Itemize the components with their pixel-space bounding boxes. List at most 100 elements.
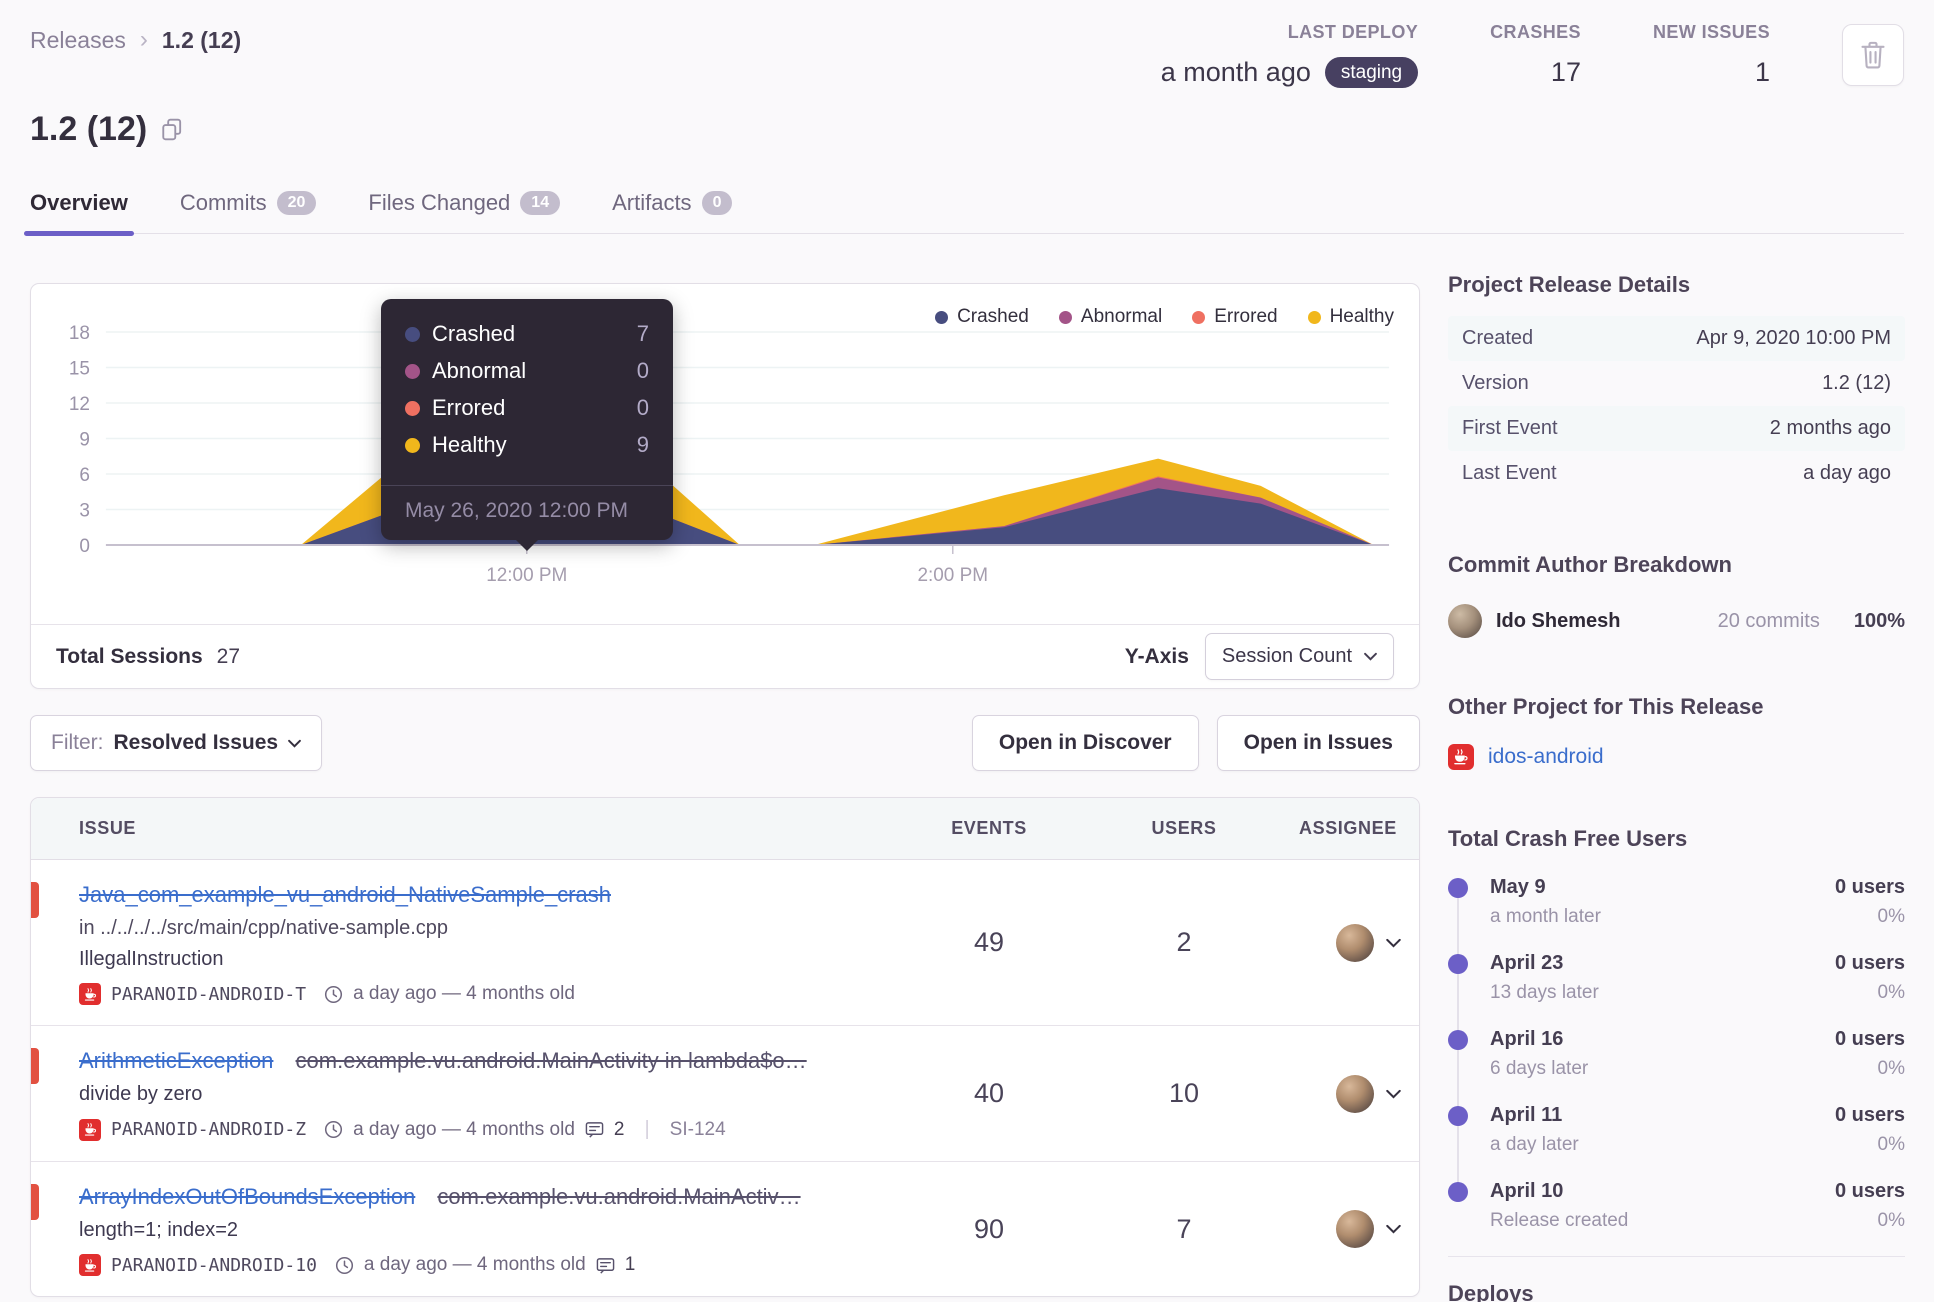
timeline-dot-icon bbox=[1448, 1106, 1468, 1126]
delete-release-button[interactable] bbox=[1842, 24, 1904, 86]
issue-culprit: in ../../../../src/main/cpp/native-sampl… bbox=[79, 917, 449, 939]
tab-overview[interactable]: Overview bbox=[24, 178, 134, 236]
project-slug-link[interactable]: PARANOID-ANDROID-T bbox=[111, 984, 306, 1005]
sessions-chart-svg[interactable]: 0 3 6 9 12 15 18 12:00 PM 2:00 PM bbox=[31, 284, 1419, 624]
copy-icon[interactable] bbox=[161, 118, 183, 142]
chart-tooltip: Crashed 7 Abnormal 0 Errored 0 Healthy 9 May… bbox=[381, 299, 673, 540]
yaxis-select[interactable]: Session Count bbox=[1204, 633, 1394, 680]
author-avatar bbox=[1448, 604, 1482, 638]
tab-artifacts[interactable]: Artifacts 0 bbox=[612, 178, 733, 233]
breadcrumb-separator-icon: › bbox=[139, 26, 148, 53]
issue-culprit: com.example.vu.android.MainActiv… bbox=[437, 1184, 801, 1209]
events-count: 49 bbox=[973, 927, 1005, 957]
assignee-avatar[interactable] bbox=[1336, 923, 1374, 962]
yaxis-selected-value: Session Count bbox=[1221, 645, 1352, 667]
other-project-row: idos-android bbox=[1448, 744, 1905, 770]
legend-item-errored[interactable]: Errored bbox=[1192, 306, 1278, 328]
tooltip-row: Crashed 7 bbox=[405, 321, 649, 347]
chevron-down-icon[interactable] bbox=[1386, 938, 1401, 948]
release-sidebar: Project Release Details Created Apr 9, 20… bbox=[1448, 272, 1905, 1302]
legend-item-healthy[interactable]: Healthy bbox=[1307, 306, 1394, 328]
sessions-chart[interactable]: 0 3 6 9 12 15 18 12:00 PM 2:00 PM Crashed Abnorm… bbox=[31, 284, 1419, 624]
issue-message: length=1; index=2 bbox=[79, 1219, 239, 1241]
chevron-down-icon[interactable] bbox=[1386, 1089, 1401, 1099]
breadcrumb: Releases › 1.2 (12) bbox=[30, 26, 241, 54]
timeline-dot-icon bbox=[1448, 1030, 1468, 1050]
issue-culprit: com.example.vu.android.MainActivity in l… bbox=[295, 1048, 807, 1073]
tab-files-changed[interactable]: Files Changed 14 bbox=[368, 178, 561, 233]
open-in-discover-button[interactable]: Open in Discover bbox=[971, 715, 1199, 771]
comments-icon bbox=[596, 1257, 615, 1274]
crashes-count: 17 bbox=[1550, 57, 1581, 87]
tab-label: Files Changed bbox=[368, 189, 511, 215]
tab-label: Artifacts bbox=[612, 189, 692, 215]
svg-text:0: 0 bbox=[79, 536, 90, 557]
trash-icon bbox=[1861, 41, 1885, 69]
author-commit-count: 20 commits bbox=[1717, 609, 1820, 632]
crash-free-timeline: May 9a month later 0 users 0% April 23 13 … bbox=[1448, 876, 1905, 1232]
timeline-dot-icon bbox=[1448, 878, 1468, 898]
issue-title-link[interactable]: ArrayIndexOutOfBoundsException bbox=[79, 1184, 415, 1209]
chevron-down-icon[interactable] bbox=[1386, 1224, 1401, 1234]
issue-title-link[interactable]: ArithmeticException bbox=[79, 1048, 273, 1073]
release-tabs: Overview Commits 20 Files Changed 14 Art… bbox=[24, 178, 1904, 236]
tab-label: Overview bbox=[30, 189, 128, 215]
project-slug-link[interactable]: PARANOID-ANDROID-10 bbox=[111, 1255, 317, 1276]
project-slug-link[interactable]: PARANOID-ANDROID-Z bbox=[111, 1119, 306, 1140]
legend-label: Healthy bbox=[1329, 306, 1394, 327]
issues-table-header: ISSUE EVENTS USERS ASSIGNEE bbox=[31, 798, 1419, 860]
legend-item-crashed[interactable]: Crashed bbox=[935, 306, 1029, 328]
tooltip-row: Errored 0 bbox=[405, 395, 649, 421]
detail-row: Created Apr 9, 2020 10:00 PM bbox=[1448, 316, 1905, 361]
column-header-assignee: ASSIGNEE bbox=[1299, 818, 1397, 838]
tab-commits[interactable]: Commits 20 bbox=[180, 178, 317, 233]
legend-label: Errored bbox=[1214, 306, 1278, 327]
users-count: 2 bbox=[1176, 927, 1192, 957]
healthy-dot-icon bbox=[1307, 310, 1321, 324]
issue-title-link[interactable]: Java_com_example_vu_android_NativeSample… bbox=[79, 882, 611, 907]
error-level-bar bbox=[31, 1184, 39, 1220]
total-sessions-label: Total Sessions bbox=[56, 644, 203, 668]
java-project-icon bbox=[79, 1118, 101, 1141]
open-in-issues-button[interactable]: Open in Issues bbox=[1216, 715, 1420, 771]
clock-icon bbox=[335, 1256, 353, 1274]
tab-count-badge: 14 bbox=[520, 190, 561, 215]
errored-dot-icon bbox=[405, 400, 420, 416]
environment-badge: staging bbox=[1324, 57, 1419, 88]
stat-value: a month ago staging bbox=[1160, 57, 1419, 88]
svg-text:2:00 PM: 2:00 PM bbox=[917, 565, 988, 586]
legend-item-abnormal[interactable]: Abnormal bbox=[1058, 306, 1162, 328]
last-deploy-time: a month ago bbox=[1160, 57, 1311, 87]
issues-filter-dropdown[interactable]: Filter: Resolved Issues bbox=[30, 715, 323, 771]
other-project-link[interactable]: idos-android bbox=[1488, 745, 1604, 769]
author-percent: 100% bbox=[1853, 609, 1905, 632]
table-row: ArrayIndexOutOfBoundsException com.examp… bbox=[31, 1161, 1419, 1296]
assignee-avatar[interactable] bbox=[1336, 1074, 1374, 1113]
events-count: 90 bbox=[973, 1213, 1005, 1244]
svg-text:12:00 PM: 12:00 PM bbox=[486, 565, 567, 586]
svg-text:12: 12 bbox=[69, 394, 90, 415]
breadcrumb-releases-link[interactable]: Releases bbox=[30, 27, 126, 54]
abnormal-dot-icon bbox=[1058, 310, 1072, 324]
author-name: Ido Shemesh bbox=[1496, 609, 1621, 632]
comments-count: 2 bbox=[613, 1118, 625, 1140]
issue-age: a day ago — 4 months old bbox=[353, 1118, 575, 1140]
total-sessions-value: 27 bbox=[216, 644, 241, 668]
yaxis-label: Y-Axis bbox=[1124, 644, 1189, 668]
issue-message: IllegalInstruction bbox=[79, 948, 224, 970]
comments-icon bbox=[585, 1122, 604, 1138]
timeline-dot-icon bbox=[1448, 954, 1468, 974]
crash-free-heading: Total Crash Free Users bbox=[1448, 826, 1688, 851]
issues-table: ISSUE EVENTS USERS ASSIGNEE Java_com_exa… bbox=[30, 797, 1420, 1297]
healthy-dot-icon bbox=[405, 437, 420, 453]
errored-dot-icon bbox=[1192, 310, 1206, 324]
error-level-bar bbox=[31, 1048, 39, 1084]
clock-icon bbox=[325, 985, 343, 1003]
assignee-avatar[interactable] bbox=[1336, 1210, 1374, 1248]
column-header-issue: ISSUE bbox=[79, 818, 137, 838]
commit-authors-heading: Commit Author Breakdown bbox=[1448, 552, 1732, 577]
svg-text:9: 9 bbox=[79, 429, 90, 450]
breadcrumb-current: 1.2 (12) bbox=[161, 26, 242, 53]
issue-short-id: SI-124 bbox=[669, 1118, 726, 1140]
tab-count-badge: 0 bbox=[701, 190, 733, 215]
